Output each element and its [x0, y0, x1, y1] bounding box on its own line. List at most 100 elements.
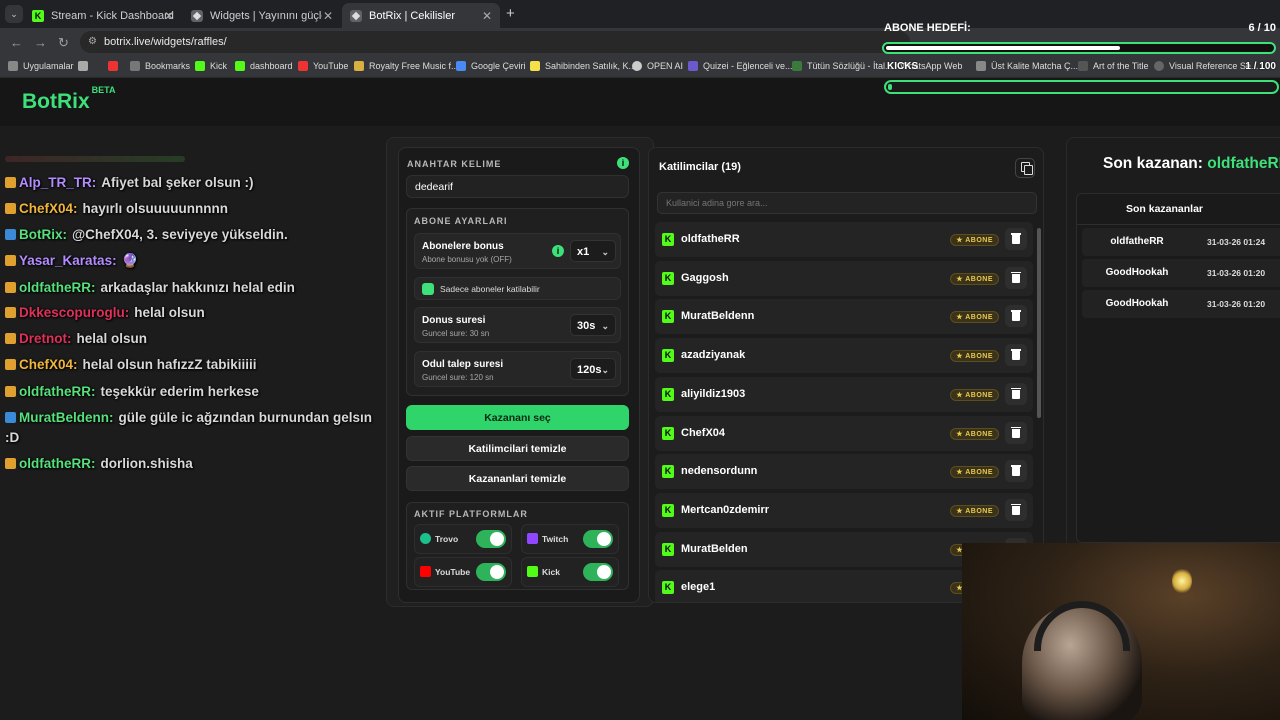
close-tab-icon[interactable]: ✕: [323, 9, 333, 23]
chat-username: oldfatheRR:: [19, 384, 96, 399]
bookmark-openai[interactable]: OPEN AI: [632, 61, 683, 71]
bookmark-google-translate[interactable]: Google Çeviri: [456, 61, 526, 71]
winner-name: oldfatheRR: [1110, 236, 1164, 247]
reload-icon[interactable]: ↻: [58, 35, 69, 51]
subscriber-badge: ★ ABONE: [950, 234, 999, 246]
chat-username: BotRix:: [19, 227, 67, 242]
kicks-goal-progress-bar: [884, 80, 1279, 94]
kick-icon: K: [662, 233, 674, 246]
divider: [1077, 224, 1280, 225]
kick-icon: K: [32, 9, 44, 22]
close-tab-icon[interactable]: ✕: [482, 9, 492, 23]
bookmark-art-of-title[interactable]: Art of the Title: [1078, 61, 1149, 71]
delete-participant-icon[interactable]: [1005, 266, 1027, 289]
new-tab-button[interactable]: +: [506, 5, 515, 22]
kick-icon: K: [662, 542, 674, 556]
chat-badge-icon: [5, 386, 16, 397]
delete-participant-icon[interactable]: [1005, 305, 1027, 328]
bookmark-apps[interactable]: Uygulamalar: [8, 61, 74, 71]
claim-duration-select[interactable]: 120s ⌄: [570, 358, 616, 380]
participant-row: K ChefX04 ★ ABONE: [655, 415, 1033, 451]
participant-row: KoldfatheRR ★ ABONE: [655, 222, 1033, 257]
bookmark-label: Google Çeviri: [471, 61, 526, 71]
site-info-icon[interactable]: ⚙: [88, 31, 97, 53]
kick-icon: [527, 566, 538, 577]
participant-name: nedensordunn: [681, 465, 758, 478]
kicks-goal-label: KICKS: [887, 61, 919, 72]
chat-badge-icon: [5, 203, 16, 214]
chat-badge-icon: [5, 333, 16, 344]
webcam-lamp: [1172, 568, 1192, 594]
tab-botrix-raffles[interactable]: BotRix | Cekilisler ✕: [342, 3, 500, 28]
bookmark-youtube[interactable]: YouTube: [298, 61, 348, 71]
youtube-icon: [108, 61, 118, 71]
tab-widgets[interactable]: Widgets | Yayınını güçlendirmek ✕: [183, 3, 341, 28]
close-tab-icon[interactable]: ✕: [164, 9, 174, 23]
twitch-toggle[interactable]: [583, 530, 613, 548]
info-icon[interactable]: i: [552, 245, 564, 257]
botrix-logo[interactable]: BotRix BETA: [22, 85, 116, 114]
subs-only-checkbox[interactable]: [422, 283, 434, 295]
forward-icon[interactable]: →: [34, 35, 47, 50]
tab-list-dropdown-icon[interactable]: ⌄: [5, 5, 23, 23]
participant-search-input[interactable]: [657, 192, 1037, 214]
info-icon[interactable]: i: [617, 157, 629, 169]
bookmark-royalty[interactable]: Royalty Free Music f...: [354, 61, 459, 71]
chat-message: Alp_TR_TR: Afiyet bal şeker olsun :): [5, 175, 254, 190]
browser-tab-bar: ⌄ K Stream - Kick Dashboard ✕ Widgets | …: [0, 0, 1280, 28]
subs-only-row[interactable]: Sadece aboneler katilabilir: [414, 277, 621, 300]
visual-icon: [1154, 61, 1164, 71]
delete-participant-icon[interactable]: [1005, 498, 1027, 521]
chat-username: MuratBeldenn:: [19, 410, 114, 425]
kick-icon: K: [662, 503, 674, 517]
bookmark-visual-reference[interactable]: Visual Reference Se...: [1154, 61, 1258, 71]
tab-label: Stream - Kick Dashboard: [51, 9, 174, 22]
subscriber-badge: ★ ABONE: [950, 388, 999, 401]
bookmark-label: dashboard: [250, 61, 293, 71]
trovo-toggle[interactable]: [476, 530, 506, 548]
delete-participant-icon[interactable]: [1005, 228, 1027, 250]
kick-icon: K: [662, 310, 674, 324]
kick-icon: K: [662, 271, 674, 285]
back-icon[interactable]: ←: [10, 35, 23, 50]
url-text: botrix.live/widgets/raffles/: [104, 36, 227, 48]
delete-participant-icon[interactable]: [1005, 382, 1027, 405]
bookmark-sahibinden[interactable]: Sahibinden Satılık, K...: [530, 61, 636, 71]
sub-bonus-select[interactable]: x1 ⌄: [570, 240, 616, 262]
kick-toggle[interactable]: [583, 563, 613, 581]
winner-name: GoodHookah: [1105, 267, 1169, 278]
delete-participant-icon[interactable]: [1005, 344, 1027, 367]
participant-name: azadziyanak: [681, 349, 746, 362]
claim-duration-subtitle: Guncel sure: 120 sn: [422, 373, 494, 382]
tab-kick-dashboard[interactable]: K Stream - Kick Dashboard ✕: [24, 3, 182, 28]
bookmark-matcha[interactable]: Üst Kalite Matcha Ç...: [976, 61, 1078, 71]
chat-username: ChefX04:: [19, 201, 78, 216]
youtube-toggle[interactable]: [476, 563, 506, 581]
webcam-headset: [1034, 601, 1130, 651]
url-input[interactable]: ⚙ botrix.live/widgets/raffles/: [80, 31, 910, 53]
sub-bonus-subtitle: Abone bonusu yok (OFF): [422, 255, 512, 264]
spin-duration-select[interactable]: 30s ⌄: [570, 314, 616, 336]
keyword-input[interactable]: dedearif: [406, 175, 629, 198]
bookmark-grid[interactable]: [78, 61, 93, 71]
bookmark-youtube-icon[interactable]: [108, 61, 123, 71]
pick-winner-button[interactable]: Kazananı seç: [406, 405, 629, 430]
bookmark-tutun[interactable]: Tütün Sözlüğü - İtal...: [792, 61, 893, 71]
participants-scrollbar[interactable]: [1037, 228, 1041, 418]
bookmark-dashboard[interactable]: dashboard: [235, 61, 293, 71]
delete-participant-icon[interactable]: [1005, 421, 1027, 444]
chat-message: Dkkescopuroglu: helal olsun: [5, 305, 205, 320]
winner-date: 31-03-26 01:20: [1207, 299, 1266, 309]
select-value: x1: [577, 246, 590, 258]
delete-participant-icon[interactable]: [1005, 460, 1027, 483]
bookmark-bookmarks[interactable]: Bookmarks: [130, 61, 190, 71]
bookmark-kick[interactable]: Kick: [195, 61, 227, 71]
participant-name: Gaggosh: [681, 271, 729, 284]
clear-winners-button[interactable]: Kazananlari temizle: [406, 466, 629, 491]
chat-text: Afiyet bal şeker olsun :): [101, 175, 254, 190]
clear-participants-button[interactable]: Katilimcilari temizle: [406, 436, 629, 461]
kick-icon: K: [662, 581, 674, 595]
claim-duration-row: Odul talep suresi Guncel sure: 120 sn 12…: [414, 351, 621, 387]
copy-icon[interactable]: [1015, 158, 1035, 178]
bookmark-quizei[interactable]: Quizei - Eğlenceli ve...: [688, 61, 793, 71]
